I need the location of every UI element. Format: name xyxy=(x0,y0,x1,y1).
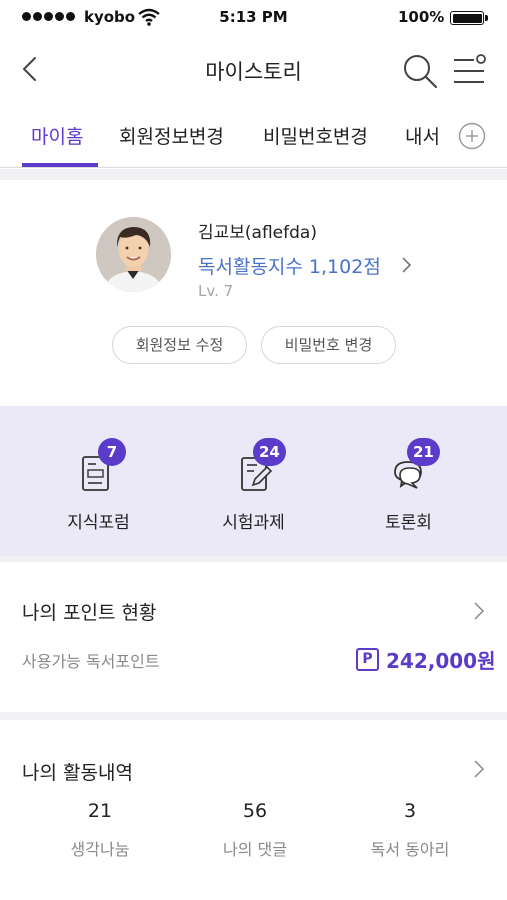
debate-item[interactable]: 21 토론회 xyxy=(338,406,507,556)
stat-label: 나의 댓글 xyxy=(223,840,287,859)
available-points-label: 사용가능 독서포인트 xyxy=(22,652,160,671)
tab-change-password[interactable]: 비밀번호변경 xyxy=(263,122,368,149)
edit-member-info-button[interactable]: 회원정보 수정 xyxy=(112,326,247,364)
history-section-title: 나의 활동내역 xyxy=(22,762,133,784)
tab-my-home[interactable]: 마이홈 xyxy=(31,122,83,149)
count-badge: 21 xyxy=(407,438,440,466)
battery-icon xyxy=(450,11,488,25)
point-badge-icon: P xyxy=(356,648,379,671)
add-tab-icon[interactable] xyxy=(458,122,486,150)
tab-member-info[interactable]: 회원정보변경 xyxy=(119,122,224,149)
tab-bar: 마이홈 회원정보변경 비밀번호변경 내서 xyxy=(0,102,507,168)
stat-value: 3 xyxy=(403,800,417,822)
activity-label: 지식포럼 xyxy=(67,513,130,533)
available-points-value: 242,000원 xyxy=(386,649,496,673)
stat-value: 56 xyxy=(242,800,268,822)
profile-section: 김교보(aflefda) 독서활동지수 1,102점 Lv. 7 회원정보 수정… xyxy=(0,180,507,406)
stat-reading-club[interactable]: 3 독서 동아리 xyxy=(330,800,490,860)
active-tab-indicator xyxy=(22,163,98,167)
avatar-image xyxy=(96,217,171,292)
chevron-right-icon[interactable] xyxy=(472,758,486,780)
status-bar: kyobo 5:13 PM 100% xyxy=(0,0,507,38)
tab-my-library[interactable]: 내서 xyxy=(405,122,440,149)
stat-my-comments[interactable]: 56 나의 댓글 xyxy=(175,800,335,860)
stat-value: 21 xyxy=(87,800,113,822)
points-section[interactable]: 나의 포인트 현황 사용가능 독서포인트 P 242,000원 xyxy=(0,562,507,712)
reading-index-link[interactable]: 독서활동지수 1,102점 xyxy=(198,252,381,279)
count-badge: 24 xyxy=(253,438,286,466)
user-name: 김교보(aflefda) xyxy=(198,223,317,243)
navigation-bar: 마이스토리 xyxy=(0,38,507,102)
menu-icon[interactable] xyxy=(450,52,490,90)
stat-label: 생각나눔 xyxy=(70,840,130,859)
activity-label: 토론회 xyxy=(385,513,432,533)
search-icon[interactable] xyxy=(400,51,440,91)
activity-shortcuts: 7 지식포럼 24 시험과제 21 토론회 xyxy=(0,406,507,556)
points-section-title: 나의 포인트 현황 xyxy=(22,602,157,624)
stat-thought-sharing[interactable]: 21 생각나눔 xyxy=(20,800,180,860)
avatar[interactable] xyxy=(96,217,171,292)
knowledge-forum-item[interactable]: 7 지식포럼 xyxy=(0,406,169,556)
activity-label: 시험과제 xyxy=(222,513,285,533)
battery-percent: 100% xyxy=(398,8,445,26)
stat-label: 독서 동아리 xyxy=(370,840,450,859)
chevron-right-icon[interactable] xyxy=(399,254,415,276)
change-password-button[interactable]: 비밀번호 변경 xyxy=(261,326,396,364)
exam-assignment-item[interactable]: 24 시험과제 xyxy=(169,406,338,556)
activity-history-section: 나의 활동내역 21 생각나눔 56 나의 댓글 3 독서 동아리 xyxy=(0,720,507,900)
count-badge: 7 xyxy=(98,438,126,466)
chevron-right-icon[interactable] xyxy=(472,600,486,622)
user-level: Lv. 7 xyxy=(198,282,234,300)
